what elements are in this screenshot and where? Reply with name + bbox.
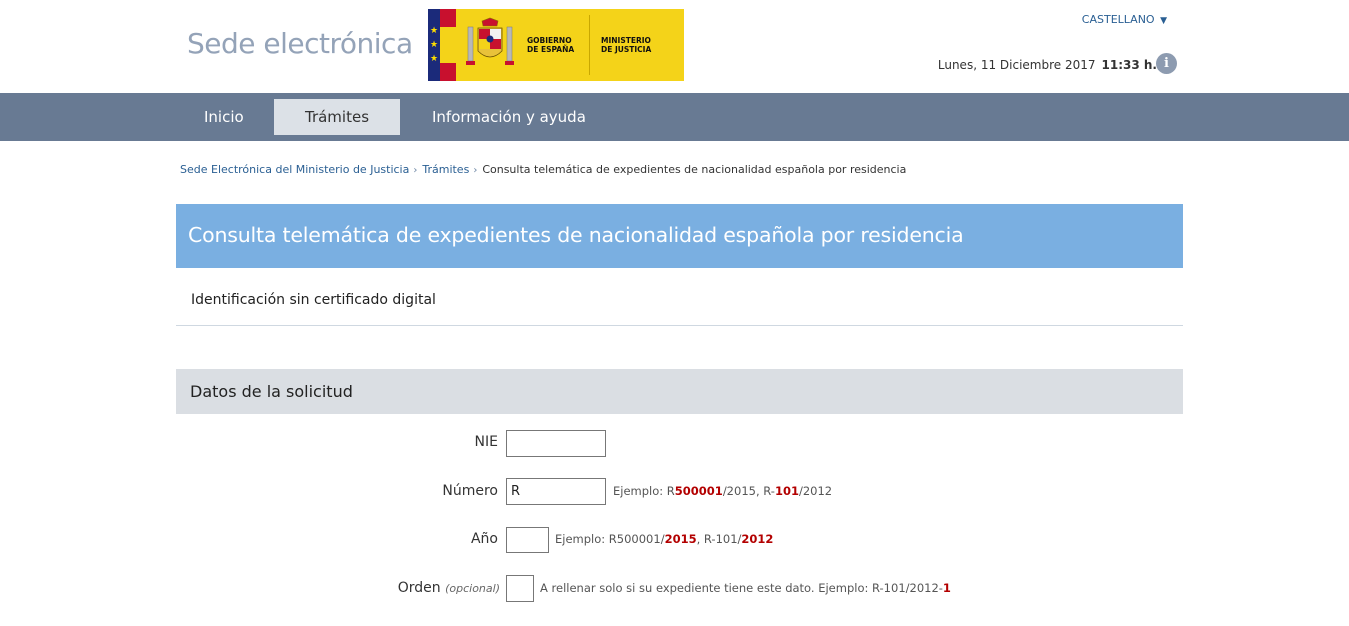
nav-inicio[interactable]: Inicio	[204, 99, 244, 135]
anio-label: Año	[470, 531, 498, 547]
numero-label: Número	[442, 483, 498, 499]
current-date: Lunes, 11 Diciembre 2017	[937, 58, 1096, 72]
optional-note: (opcional)	[445, 582, 500, 595]
anio-hint: Ejemplo: R500001/2015, R-101/2012	[555, 532, 774, 546]
section-header: Datos de la solicitud	[176, 369, 1183, 414]
site-title[interactable]: Sede electrónica	[187, 27, 413, 60]
nie-input[interactable]	[506, 430, 606, 457]
breadcrumb-separator-icon: ›	[413, 165, 418, 176]
breadcrumb: Sede Electrónica del Ministerio de Justi…	[180, 163, 906, 176]
orden-hint: A rellenar solo si su expediente tiene e…	[540, 581, 951, 595]
breadcrumb-separator-icon: ›	[473, 165, 478, 176]
logo-divider	[589, 15, 590, 75]
orden-input[interactable]	[506, 575, 534, 602]
numero-hint: Ejemplo: R500001/2015, R-101/2012	[613, 484, 833, 498]
page-title: Consulta telemática de expedientes de na…	[188, 223, 964, 247]
divider	[176, 325, 1183, 326]
date-time: Lunes, 11 Diciembre 2017 11:33 h.	[938, 58, 1157, 72]
nie-label: NIE	[474, 434, 498, 450]
language-label: CASTELLANO	[1081, 13, 1155, 26]
current-time: 11:33 h.	[1101, 58, 1157, 72]
gobierno-text: GOBIERNO DE ESPAÑA	[527, 36, 575, 54]
eu-spain-flag-icon: ★ ★ ★	[428, 9, 456, 81]
info-icon[interactable]: i	[1156, 53, 1177, 74]
identification-heading: Identificación sin certificado digital	[191, 292, 436, 308]
chevron-down-icon: ▼	[1160, 16, 1167, 26]
breadcrumb-link-sede[interactable]: Sede Electrónica del Ministerio de Justi…	[180, 163, 409, 176]
gobierno-ministerio-logo[interactable]: ★ ★ ★ GOBIERNO DE ESPAÑA MINISTERIO DE J…	[428, 9, 684, 81]
section-title: Datos de la solicitud	[190, 382, 353, 401]
main-nav: Inicio Trámites Información y ayuda	[0, 93, 1349, 141]
anio-input[interactable]	[506, 527, 549, 553]
numero-input[interactable]	[506, 478, 606, 505]
orden-label: Orden (opcional)	[397, 580, 500, 596]
nav-tramites[interactable]: Trámites	[274, 99, 400, 135]
coat-of-arms-icon	[466, 17, 514, 65]
nav-informacion-ayuda[interactable]: Información y ayuda	[432, 99, 586, 135]
ministerio-text: MINISTERIO DE JUSTICIA	[601, 36, 652, 54]
language-selector[interactable]: CASTELLANO ▼	[1082, 13, 1167, 26]
page-header-bar: Consulta telemática de expedientes de na…	[176, 204, 1183, 268]
breadcrumb-current: Consulta telemática de expedientes de na…	[482, 163, 907, 176]
breadcrumb-link-tramites[interactable]: Trámites	[422, 163, 469, 176]
